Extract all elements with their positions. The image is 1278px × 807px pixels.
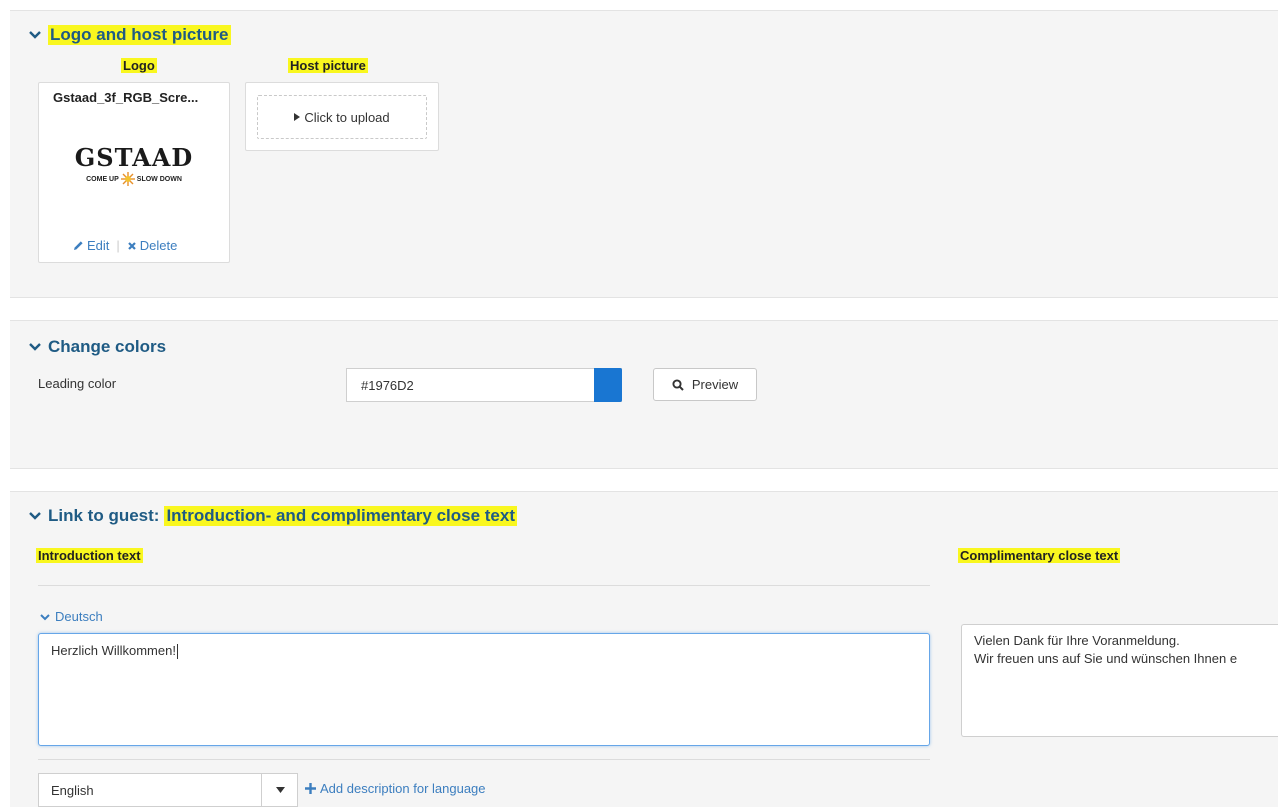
leading-color-value: #1976D2 — [361, 377, 414, 393]
texts-section-title-highlight: Introduction- and complimentary close te… — [164, 506, 518, 526]
host-picture-card: Click to upload — [245, 82, 439, 151]
search-icon — [672, 378, 684, 391]
language-select-toggle[interactable] — [261, 773, 298, 807]
add-language-link[interactable]: Add description for language — [305, 781, 486, 796]
logo-tagline-right: SLOW DOWN — [136, 175, 182, 183]
chevron-down-icon — [40, 613, 50, 620]
intro-text-label: Introduction text — [36, 548, 143, 563]
logo-actions: Edit | Delete — [73, 238, 177, 253]
language-toggle[interactable]: Deutsch — [40, 609, 103, 624]
plus-icon — [305, 783, 316, 794]
sun-icon — [120, 172, 135, 186]
texts-section: Link to guest: Introduction- and complim… — [10, 491, 1278, 807]
chevron-down-icon — [29, 343, 41, 351]
color-swatch[interactable] — [594, 368, 622, 402]
colors-section-header[interactable]: Change colors — [28, 337, 166, 357]
add-language-label: Add description for language — [320, 781, 486, 796]
edit-label: Edit — [87, 238, 110, 253]
logo-section-title: Logo and host picture — [48, 25, 231, 45]
texts-section-title-prefix: Link to guest: — [48, 506, 160, 525]
upload-dropzone[interactable]: Click to upload — [257, 95, 427, 139]
logo-section-header[interactable]: Logo and host picture — [28, 25, 231, 45]
edit-logo-link[interactable]: Edit — [73, 238, 109, 253]
divider — [38, 759, 930, 760]
delete-label: Delete — [139, 238, 178, 253]
close-text-line2: Wir freuen uns auf Sie und wünschen Ihne… — [974, 651, 1238, 666]
close-text-line1: Vielen Dank für Ihre Voranmeldung. — [974, 633, 1180, 648]
preview-label: Preview — [691, 377, 739, 392]
preview-button[interactable]: Preview — [653, 368, 757, 401]
close-icon — [128, 241, 136, 250]
intro-text-value: Herzlich Willkommen! — [51, 643, 176, 658]
logo-label: Logo — [121, 58, 157, 73]
logo-tagline-left: COME UP — [86, 175, 119, 183]
caret-down-icon — [275, 787, 285, 793]
divider — [38, 585, 930, 586]
language-toggle-label: Deutsch — [55, 609, 103, 624]
text-cursor — [176, 644, 178, 660]
language-select[interactable]: English — [38, 773, 298, 807]
colors-section-title: Change colors — [48, 337, 167, 356]
delete-logo-link[interactable]: Delete — [127, 238, 178, 253]
logo-card: Gstaad_3f_RGB_Scre... GSTAAD COME UP SLO… — [38, 82, 230, 263]
caret-right-icon — [294, 113, 301, 121]
chevron-down-icon — [29, 512, 41, 520]
chevron-down-icon — [29, 31, 41, 39]
close-textarea[interactable]: Vielen Dank für Ihre Voranmeldung. Wir f… — [961, 624, 1278, 737]
texts-section-header[interactable]: Link to guest: Introduction- and complim… — [28, 506, 518, 526]
language-select-value: English — [51, 782, 94, 798]
intro-textarea[interactable]: Herzlich Willkommen! — [38, 633, 930, 746]
leading-color-input[interactable]: #1976D2 — [346, 368, 622, 402]
upload-label: Click to upload — [304, 109, 390, 125]
logo-section: Logo and host picture Logo Host picture … — [10, 10, 1278, 298]
logo-brand-text: GSTAAD — [74, 143, 194, 172]
logo-image: GSTAAD COME UP SLOW DOWN — [69, 143, 199, 186]
action-divider: | — [116, 238, 120, 253]
close-text-label: Complimentary close text — [958, 548, 1121, 563]
logo-filename: Gstaad_3f_RGB_Scre... — [53, 90, 199, 105]
colors-section: Change colors Leading color #1976D2 Prev… — [10, 320, 1278, 469]
leading-color-label: Leading color — [38, 376, 117, 391]
host-picture-label: Host picture — [288, 58, 368, 73]
pencil-icon — [74, 241, 83, 250]
